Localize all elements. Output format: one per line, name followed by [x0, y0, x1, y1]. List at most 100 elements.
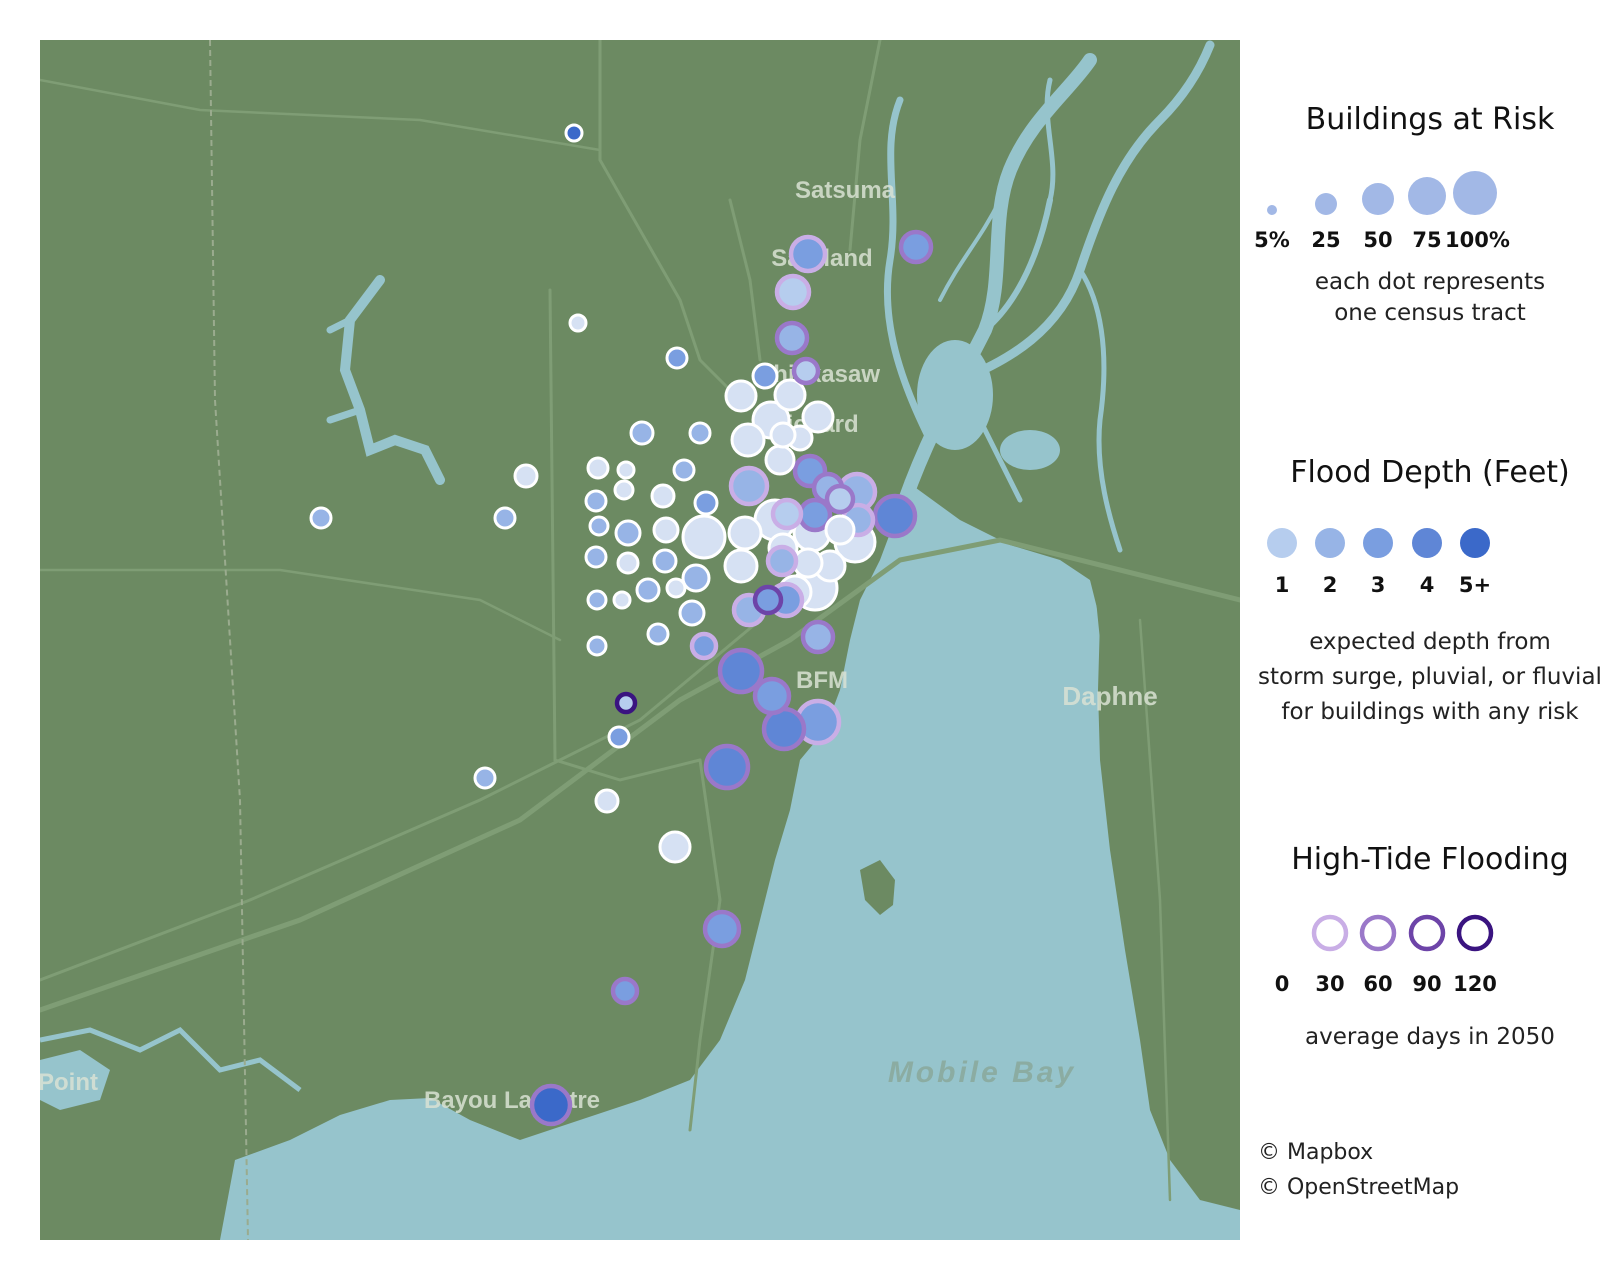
census-tract-marker[interactable] — [610, 976, 640, 1006]
label-point: Point — [40, 1069, 98, 1096]
census-tract-marker[interactable] — [652, 548, 678, 574]
census-tract-marker[interactable] — [586, 635, 608, 657]
census-tract-marker[interactable] — [613, 479, 635, 501]
size-circle-25 — [1315, 193, 1337, 215]
size-label-5: 5% — [1254, 228, 1290, 252]
census-tract-marker[interactable] — [824, 483, 856, 515]
census-tract-marker[interactable] — [493, 506, 517, 530]
label-bayou-la-batre: Bayou La Batre — [424, 1087, 600, 1114]
depth-legend-note-1: expected depth from — [1309, 629, 1551, 655]
census-tract-marker[interactable] — [751, 362, 779, 390]
census-tract-marker[interactable] — [724, 379, 758, 413]
census-tract-marker[interactable] — [723, 548, 759, 584]
size-circle-75 — [1408, 177, 1446, 215]
depth-circle-1 — [1267, 528, 1297, 558]
census-tract-marker[interactable] — [765, 544, 799, 578]
census-tract-marker[interactable] — [584, 489, 608, 513]
census-tract-marker[interactable] — [717, 647, 765, 695]
census-tract-marker[interactable] — [752, 676, 792, 716]
size-legend-note-2: one census tract — [1334, 300, 1526, 326]
census-tract-marker[interactable] — [614, 691, 638, 715]
census-tract-marker[interactable] — [672, 458, 696, 482]
census-tract-marker[interactable] — [792, 547, 824, 579]
legend-panel: Buildings at Risk 5% 25 50 75 100% each … — [1240, 0, 1620, 1280]
tide-legend-title: High-Tide Flooding — [1291, 842, 1569, 877]
census-tract-marker[interactable] — [800, 619, 836, 655]
census-tract-marker[interactable] — [681, 563, 711, 593]
census-tract-marker[interactable] — [650, 483, 676, 509]
census-tract-marker[interactable] — [788, 234, 828, 274]
size-circle-100 — [1453, 171, 1497, 215]
census-tract-marker[interactable] — [728, 465, 770, 507]
openstreetmap-credit[interactable]: © OpenStreetMap — [1258, 1175, 1459, 1200]
census-tract-marker[interactable] — [770, 497, 804, 531]
size-legend-note-1: each dot represents — [1314, 269, 1546, 295]
census-tract-marker[interactable] — [564, 123, 584, 143]
tide-ring-90 — [1408, 914, 1446, 952]
depth-label-5plus: 5+ — [1458, 573, 1492, 597]
census-tract-marker[interactable] — [614, 519, 642, 547]
depth-circle-4 — [1412, 528, 1442, 558]
census-tract-marker[interactable] — [774, 320, 810, 356]
census-tract-marker[interactable] — [791, 356, 821, 386]
census-tract-marker[interactable] — [612, 590, 632, 610]
census-tract-marker[interactable] — [730, 422, 766, 458]
size-legend-circles — [1267, 171, 1497, 215]
tide-legend-rings — [1311, 914, 1494, 952]
census-tract-marker[interactable] — [658, 830, 692, 864]
mapbox-credit[interactable]: © Mapbox — [1258, 1140, 1373, 1165]
label-bfm: BFM — [796, 667, 848, 694]
census-tract-marker[interactable] — [646, 622, 670, 646]
depth-legend-title: Flood Depth (Feet) — [1290, 455, 1570, 490]
census-tract-marker[interactable] — [764, 444, 796, 476]
census-tract-marker[interactable] — [529, 1083, 573, 1127]
census-tract-marker[interactable] — [678, 599, 706, 627]
census-tract-marker[interactable] — [693, 490, 719, 516]
census-tract-marker[interactable] — [616, 551, 640, 575]
census-tract-marker[interactable] — [665, 577, 687, 599]
census-tract-marker[interactable] — [473, 766, 497, 790]
depth-legend-note-3: for buildings with any risk — [1281, 699, 1579, 725]
census-tract-marker[interactable] — [594, 788, 620, 814]
delta-pond — [1000, 430, 1060, 470]
label-satsuma: Satsuma — [795, 177, 896, 204]
basemap[interactable]: Satsuma Saraland Chickasaw Prichard BFM … — [40, 40, 1240, 1240]
census-tract-marker[interactable] — [652, 516, 680, 544]
census-tract-marker[interactable] — [635, 577, 661, 603]
census-tract-marker[interactable] — [584, 545, 608, 569]
census-tract-marker[interactable] — [702, 909, 742, 949]
census-tract-marker[interactable] — [872, 493, 918, 539]
census-tract-marker[interactable] — [586, 589, 608, 611]
census-tract-marker[interactable] — [607, 725, 631, 749]
census-tract-marker[interactable] — [727, 515, 763, 551]
census-tract-marker[interactable] — [769, 421, 797, 449]
census-tract-marker[interactable] — [688, 421, 712, 445]
census-tract-marker[interactable] — [616, 460, 636, 480]
census-tract-marker[interactable] — [681, 514, 727, 560]
depth-circle-5plus — [1460, 528, 1490, 558]
census-tract-marker[interactable] — [586, 456, 610, 480]
label-daphne: Daphne — [1062, 681, 1157, 711]
depth-legend-circles — [1267, 528, 1490, 558]
census-tract-marker[interactable] — [898, 229, 934, 265]
depth-circle-2 — [1315, 528, 1345, 558]
census-tract-marker[interactable] — [774, 273, 812, 311]
census-tract-marker[interactable] — [309, 506, 333, 530]
census-tract-marker[interactable] — [689, 631, 719, 661]
census-tract-marker[interactable] — [568, 313, 588, 333]
tide-legend-note: average days in 2050 — [1305, 1024, 1555, 1050]
census-tract-marker[interactable] — [588, 515, 610, 537]
tide-ring-60 — [1359, 914, 1397, 952]
size-circle-5 — [1267, 205, 1277, 215]
census-tract-marker[interactable] — [773, 378, 807, 412]
tide-ring-120 — [1456, 914, 1494, 952]
census-tract-marker[interactable] — [513, 463, 539, 489]
census-tract-marker[interactable] — [629, 420, 655, 446]
depth-circle-3 — [1363, 528, 1393, 558]
depth-legend-note-2: storm surge, pluvial, or fluvial — [1258, 664, 1602, 690]
census-tract-marker[interactable] — [703, 743, 751, 791]
census-tract-marker[interactable] — [824, 514, 856, 546]
census-tract-marker[interactable] — [665, 346, 689, 370]
census-tract-marker[interactable] — [752, 584, 784, 616]
size-label-25: 25 — [1311, 228, 1341, 252]
